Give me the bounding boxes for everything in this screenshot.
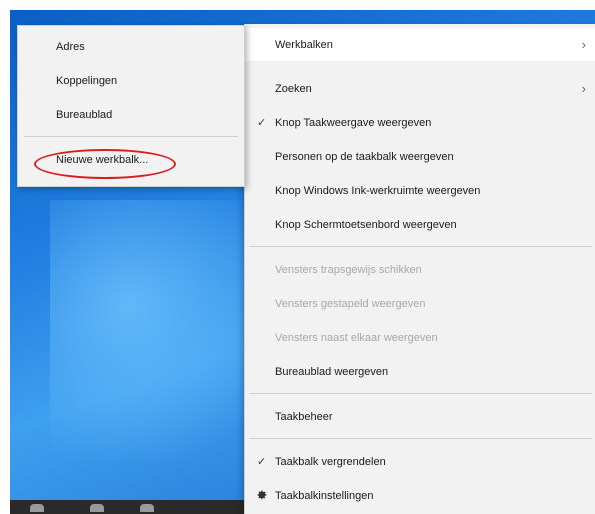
menu-item-touch-keyboard[interactable]: Knop Schermtoetsenbord weergeven bbox=[245, 208, 595, 241]
taskbar-context-menu: Werkbalken › Zoeken › ✓ Knop Taakweergav… bbox=[244, 24, 595, 514]
menu-item-search[interactable]: Zoeken › bbox=[245, 72, 595, 105]
menu-item-cascade: Vensters trapsgewijs schikken bbox=[245, 253, 595, 286]
menu-item-lock-taskbar[interactable]: ✓ Taakbalk vergrendelen bbox=[245, 445, 595, 478]
menu-item-label: Taakbalkinstellingen bbox=[275, 489, 374, 502]
menu-item-label: Vensters gestapeld weergeven bbox=[275, 297, 426, 310]
menu-item-label: Zoeken bbox=[275, 82, 312, 95]
menu-item-label: Personen op de taakbalk weergeven bbox=[275, 150, 454, 163]
toolbars-submenu: Adres Koppelingen Bureaublad Nieuwe werk… bbox=[17, 25, 245, 187]
submenu-item-label: Adres bbox=[56, 40, 85, 53]
menu-item-toolbars[interactable]: Werkbalken › bbox=[245, 28, 595, 61]
menu-item-task-manager[interactable]: Taakbeheer bbox=[245, 400, 595, 433]
menu-separator bbox=[249, 246, 592, 247]
submenu-item-label: Bureaublad bbox=[56, 108, 113, 121]
submenu-separator bbox=[24, 136, 238, 137]
chevron-right-icon: › bbox=[581, 37, 586, 52]
taskbar-app-icon[interactable] bbox=[140, 504, 154, 512]
menu-item-show-desktop[interactable]: Bureaublad weergeven bbox=[245, 355, 595, 388]
menu-item-label: Bureaublad weergeven bbox=[275, 365, 389, 378]
menu-item-side-by-side: Vensters naast elkaar weergeven bbox=[245, 321, 595, 354]
menu-item-label: Vensters naast elkaar weergeven bbox=[275, 331, 438, 344]
menu-separator bbox=[249, 438, 592, 439]
checkmark-icon: ✓ bbox=[257, 456, 267, 468]
menu-item-label: Taakbeheer bbox=[275, 410, 333, 423]
menu-item-label: Taakbalk vergrendelen bbox=[275, 455, 386, 468]
menu-item-stacked: Vensters gestapeld weergeven bbox=[245, 287, 595, 320]
menu-item-label: Knop Windows Ink-werkruimte weergeven bbox=[275, 184, 481, 197]
submenu-item-links[interactable]: Koppelingen bbox=[18, 64, 244, 97]
menu-item-label: Vensters trapsgewijs schikken bbox=[275, 263, 422, 276]
submenu-item-label: Nieuwe werkbalk... bbox=[56, 153, 149, 166]
submenu-item-label: Koppelingen bbox=[56, 74, 118, 87]
taskbar-start-icon[interactable] bbox=[30, 504, 44, 512]
menu-item-task-view-button[interactable]: ✓ Knop Taakweergave weergeven bbox=[245, 106, 595, 139]
menu-item-taskbar-settings[interactable]: Taakbalkinstellingen bbox=[245, 479, 595, 512]
submenu-item-desktop[interactable]: Bureaublad bbox=[18, 98, 244, 131]
menu-item-label: Knop Taakweergave weergeven bbox=[275, 116, 432, 129]
chevron-right-icon: › bbox=[581, 81, 586, 96]
checkmark-icon: ✓ bbox=[257, 117, 267, 129]
menu-item-people[interactable]: Personen op de taakbalk weergeven bbox=[245, 140, 595, 173]
submenu-item-address[interactable]: Adres bbox=[18, 30, 244, 63]
menu-item-label: Werkbalken bbox=[275, 38, 333, 51]
submenu-item-new-toolbar[interactable]: Nieuwe werkbalk... bbox=[18, 143, 244, 179]
menu-item-label: Knop Schermtoetsenbord weergeven bbox=[275, 218, 457, 231]
menu-item-windows-ink[interactable]: Knop Windows Ink-werkruimte weergeven bbox=[245, 174, 595, 207]
gear-icon bbox=[257, 490, 267, 500]
menu-separator bbox=[249, 393, 592, 394]
taskbar-search-icon[interactable] bbox=[90, 504, 104, 512]
